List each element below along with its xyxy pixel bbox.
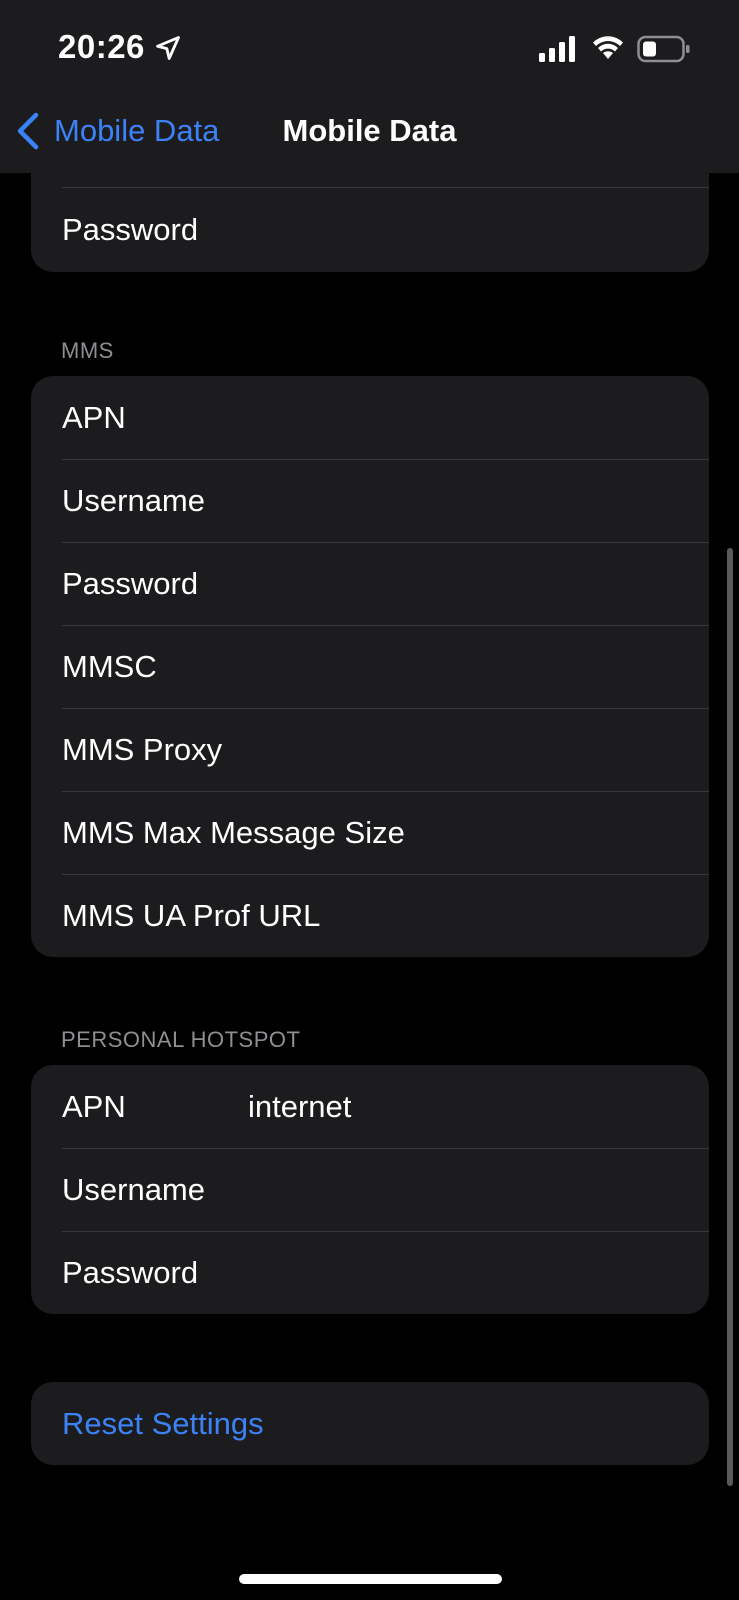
mms-proxy-field[interactable]: MMS Proxy bbox=[31, 708, 709, 791]
row-label: MMS Proxy bbox=[62, 731, 223, 767]
reset-settings-label: Reset Settings bbox=[62, 1405, 264, 1441]
scrollbar[interactable] bbox=[727, 548, 733, 1486]
mms-group: APN Username Password MMSC MMS Proxy MMS… bbox=[31, 376, 709, 957]
row-label: Password bbox=[62, 211, 199, 247]
row-label: Username bbox=[62, 1171, 205, 1207]
cellular-signal-icon bbox=[539, 36, 575, 62]
row-label: Password bbox=[62, 565, 199, 601]
screen: 20:26 Mobile Data Mobile Data Password M… bbox=[0, 0, 739, 1600]
reset-settings-button[interactable]: Reset Settings bbox=[31, 1382, 709, 1465]
row-label: Username bbox=[62, 482, 205, 518]
hotspot-apn-field[interactable]: APN internet bbox=[31, 1065, 709, 1148]
mms-ua-prof-url-field[interactable]: MMS UA Prof URL bbox=[31, 874, 709, 957]
row-label: APN bbox=[62, 1088, 126, 1124]
section-header-mms: MMS bbox=[61, 338, 114, 363]
reset-group: Reset Settings bbox=[31, 1382, 709, 1465]
mmsc-field[interactable]: MMSC bbox=[31, 625, 709, 708]
location-arrow-icon bbox=[156, 36, 180, 60]
page-title: Mobile Data bbox=[282, 113, 457, 148]
hotspot-username-field[interactable]: Username bbox=[31, 1148, 709, 1231]
row-label: Password bbox=[62, 1254, 199, 1290]
hotspot-group: APN internet Username Password bbox=[31, 1065, 709, 1314]
row-label: MMS UA Prof URL bbox=[62, 897, 321, 933]
home-indicator[interactable] bbox=[239, 1574, 502, 1584]
top-bar: 20:26 Mobile Data Mobile Data bbox=[0, 0, 739, 173]
row-value: internet bbox=[248, 1088, 352, 1124]
row-label: MMSC bbox=[62, 648, 157, 684]
mms-max-message-size-field[interactable]: MMS Max Message Size bbox=[31, 791, 709, 874]
battery-icon bbox=[637, 35, 690, 63]
mms-username-field[interactable]: Username bbox=[31, 459, 709, 542]
mms-password-field[interactable]: Password bbox=[31, 542, 709, 625]
hotspot-password-field[interactable]: Password bbox=[31, 1231, 709, 1314]
section-header-hotspot: PERSONAL HOTSPOT bbox=[61, 1027, 301, 1052]
row-label: APN bbox=[62, 399, 126, 435]
row-label: MMS Max Message Size bbox=[62, 814, 405, 850]
mms-apn-field[interactable]: APN bbox=[31, 376, 709, 459]
wifi-icon bbox=[593, 36, 623, 59]
list-item-password[interactable]: Password bbox=[31, 187, 709, 272]
status-time: 20:26 bbox=[58, 28, 145, 65]
